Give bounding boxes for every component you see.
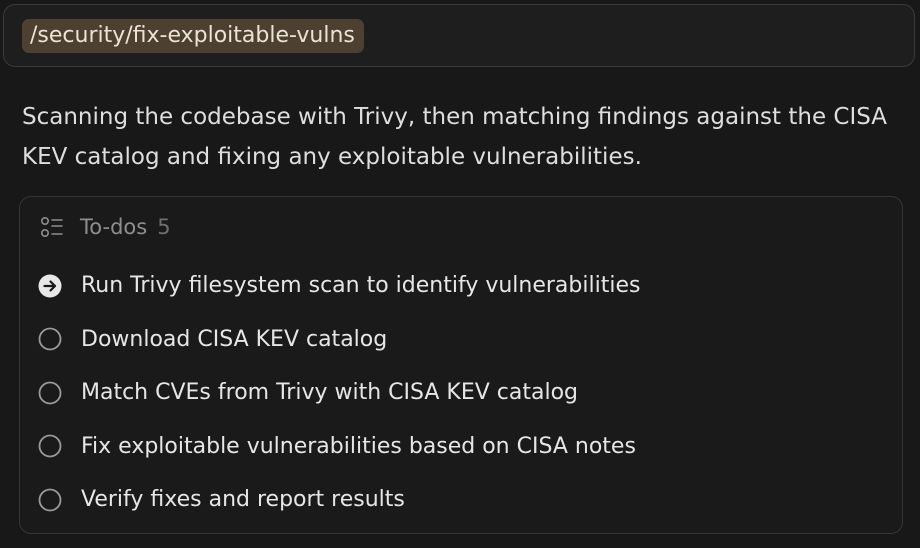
todo-count-badge: 5 — [157, 215, 171, 239]
empty-circle-icon — [38, 381, 62, 405]
list-icon — [40, 216, 63, 238]
todo-item[interactable]: Download CISA KEV catalog — [38, 313, 640, 367]
todo-label: Verify fixes and report results — [81, 487, 405, 513]
todo-item[interactable]: Run Trivy filesystem scan to identify vu… — [38, 259, 640, 313]
todo-item[interactable]: Verify fixes and report results — [38, 473, 640, 527]
todo-item[interactable]: Fix exploitable vulnerabilities based on… — [38, 420, 640, 474]
empty-circle-icon — [38, 488, 62, 512]
command-input-box[interactable]: /security/fix-exploitable-vulns — [3, 4, 915, 67]
todo-label: Fix exploitable vulnerabilities based on… — [81, 433, 636, 459]
todo-label: Match CVEs from Trivy with CISA KEV cata… — [81, 380, 578, 406]
todo-item[interactable]: Match CVEs from Trivy with CISA KEV cata… — [38, 366, 640, 420]
assistant-message: Scanning the codebase with Trivy, then m… — [22, 104, 888, 170]
slash-command-chip[interactable]: /security/fix-exploitable-vulns — [22, 19, 364, 53]
empty-circle-icon — [38, 434, 62, 458]
todo-header: To-dos 5 — [40, 212, 171, 242]
todo-list: Run Trivy filesystem scan to identify vu… — [38, 259, 640, 527]
todo-label: Run Trivy filesystem scan to identify vu… — [81, 273, 641, 299]
todo-panel: To-dos 5 Run Trivy filesystem scan to id… — [19, 196, 903, 534]
todo-title: To-dos — [80, 215, 148, 239]
empty-circle-icon — [38, 327, 62, 351]
todo-label: Download CISA KEV catalog — [81, 326, 388, 352]
arrow-right-circle-icon — [38, 274, 62, 298]
